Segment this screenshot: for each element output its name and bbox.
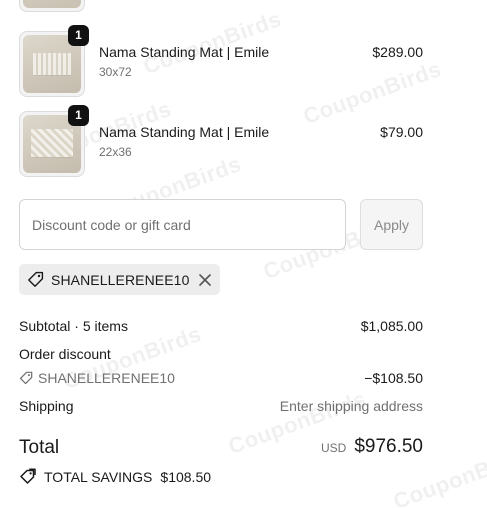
- mat-pattern: [31, 129, 73, 157]
- product-title: Nama Standing Mat | Emile: [99, 124, 270, 140]
- product-image: [23, 0, 81, 8]
- quantity-badge: 1: [68, 105, 89, 126]
- product-variant: 22x36: [99, 145, 132, 159]
- product-thumbnail-partial: [19, 0, 85, 12]
- shipping-row: Shipping Enter shipping address: [19, 398, 423, 414]
- product-price: $79.00: [380, 124, 423, 140]
- tag-icon: [19, 468, 37, 486]
- mat-pattern: [33, 53, 71, 75]
- total-currency: USD: [320, 441, 347, 455]
- discount-code-text: SHANELLERENEE10: [51, 271, 190, 288]
- tag-icon: [27, 271, 44, 288]
- total-value-group: USD $976.50: [321, 436, 423, 458]
- product-title: Nama Standing Mat | Emile: [99, 44, 270, 60]
- order-discount-row: Order discount: [19, 346, 423, 362]
- close-icon[interactable]: [198, 273, 212, 287]
- total-savings-label: TOTAL SAVINGS: [44, 469, 153, 485]
- total-savings: TOTAL SAVINGS $108.50: [19, 468, 211, 486]
- tag-icon: [19, 371, 33, 385]
- order-discount-code: SHANELLERENEE10: [38, 370, 175, 386]
- order-discount-value: −$108.50: [364, 370, 423, 386]
- subtotal-label: Subtotal · 5 items: [19, 318, 128, 334]
- shipping-label: Shipping: [19, 398, 74, 414]
- order-discount-label: Order discount: [19, 346, 111, 362]
- total-amount: $976.50: [354, 436, 423, 457]
- line-item: 1 Nama Standing Mat | Emile 30x72 $289.0…: [19, 25, 423, 97]
- order-discount-code-row: SHANELLERENEE10 −$108.50: [19, 370, 423, 386]
- shipping-value: Enter shipping address: [279, 398, 423, 414]
- total-label: Total: [19, 437, 60, 458]
- subtotal-row: Subtotal · 5 items $1,085.00: [19, 318, 423, 334]
- applied-discount-chip: SHANELLERENEE10: [19, 264, 220, 295]
- product-price: $289.00: [372, 44, 423, 60]
- discount-code-input[interactable]: [19, 199, 346, 250]
- total-savings-value: $108.50: [160, 469, 212, 485]
- product-variant: 30x72: [99, 65, 132, 79]
- subtotal-value: $1,085.00: [360, 318, 423, 334]
- line-item: 1 Nama Standing Mat | Emile 22x36 $79.00: [19, 105, 423, 177]
- apply-button[interactable]: Apply: [360, 199, 423, 250]
- quantity-badge: 1: [68, 25, 89, 46]
